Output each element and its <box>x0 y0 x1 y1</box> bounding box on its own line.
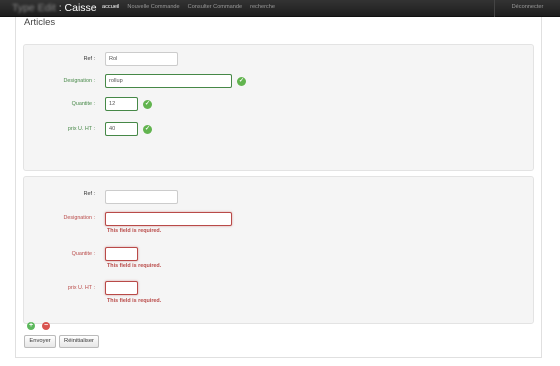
ref-input[interactable] <box>105 52 178 66</box>
quantite-input[interactable] <box>105 247 138 261</box>
plus-circle-icon[interactable]: + <box>27 322 35 330</box>
navbar: Type Edit : Caisse accueil Nouvelle Comm… <box>0 0 560 17</box>
prix-input[interactable] <box>105 122 138 136</box>
brand-name: Caisse <box>64 2 97 14</box>
quantite-input[interactable] <box>105 97 138 111</box>
article-fieldset-2: Ref : Designation : This field is requir… <box>23 176 534 324</box>
nav-item-recherche[interactable]: recherche <box>246 0 279 17</box>
nav-item-consulter-commande[interactable]: Consulter Commande <box>184 0 246 17</box>
main-nav: accueil Nouvelle Commande Consulter Comm… <box>98 0 279 17</box>
page-title: Articles <box>24 17 56 28</box>
designation-input[interactable] <box>105 74 232 88</box>
designation-label: Designation : <box>63 78 95 84</box>
quantite-label: Quantite : <box>71 251 95 257</box>
ref-label: Ref : <box>83 191 95 197</box>
check-circle-icon: ✓ <box>143 100 152 109</box>
nav-item-accueil[interactable]: accueil <box>98 0 123 17</box>
prix-input[interactable] <box>105 281 138 295</box>
error-message: This field is required. <box>107 263 162 269</box>
ref-input[interactable] <box>105 190 178 204</box>
submit-button[interactable]: Envoyer <box>24 335 56 348</box>
check-circle-icon: ✓ <box>143 125 152 134</box>
brand[interactable]: Type Edit : Caisse <box>12 1 97 16</box>
article-fieldset-1: Ref : Designation : ✓ Quantite : ✓ prix … <box>23 44 534 171</box>
prix-label: prix U. HT : <box>67 285 95 291</box>
designation-input[interactable] <box>105 212 232 226</box>
designation-label: Designation : <box>63 215 95 221</box>
prix-label: prix U. HT : <box>67 126 95 132</box>
quantite-label: Quantite : <box>71 101 95 107</box>
main-container: Articles Ref : Designation : ✓ Quantite … <box>15 17 542 358</box>
error-message: This field is required. <box>107 298 162 304</box>
nav-item-nouvelle-commande[interactable]: Nouvelle Commande <box>123 0 183 17</box>
ref-label: Ref : <box>83 56 95 62</box>
logout-link[interactable]: Déconnecter <box>494 0 560 17</box>
reset-button[interactable]: Réinitialiser <box>59 335 99 348</box>
error-message: This field is required. <box>107 228 162 234</box>
brand-blurred-text: Type Edit <box>12 2 56 14</box>
check-circle-icon: ✓ <box>237 77 246 86</box>
minus-circle-icon[interactable]: − <box>42 322 50 330</box>
brand-separator: : <box>55 2 65 14</box>
